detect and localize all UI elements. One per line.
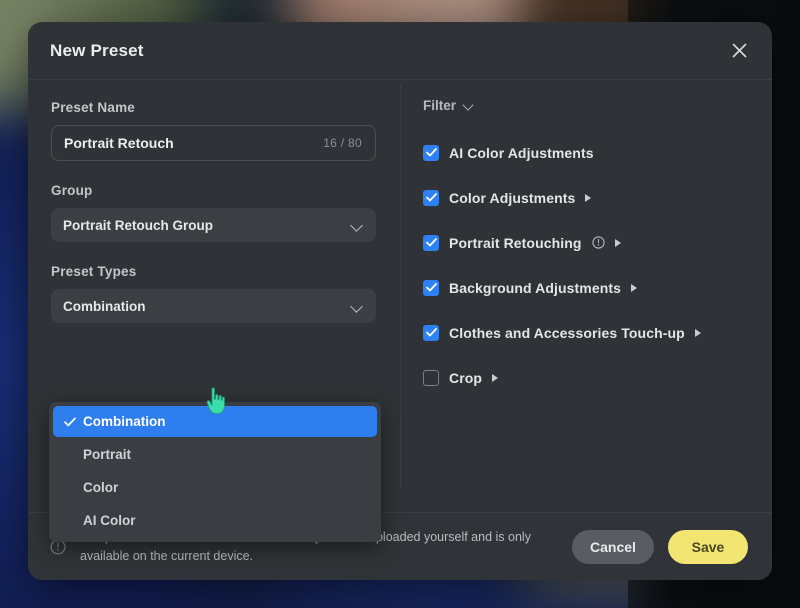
filter-item-portrait-retouching[interactable]: Portrait Retouching xyxy=(423,220,750,265)
filter-item-clothes-and-accessories-touch-up[interactable]: Clothes and Accessories Touch-up xyxy=(423,310,750,355)
filter-item-background-adjustments[interactable]: Background Adjustments xyxy=(423,265,750,310)
expand-arrow-icon[interactable] xyxy=(694,328,701,337)
dropdown-option-label: Portrait xyxy=(83,447,132,462)
filter-label: Filter xyxy=(423,98,457,113)
expand-arrow-icon[interactable] xyxy=(492,373,499,382)
right-panel: Filter AI Color Adjustments Color Adjust… xyxy=(401,80,772,512)
checkbox-unchecked-icon[interactable] xyxy=(423,369,439,386)
filter-item-label: Clothes and Accessories Touch-up xyxy=(449,324,685,341)
expand-arrow-icon[interactable] xyxy=(614,238,621,247)
chevron-down-icon xyxy=(351,221,364,229)
preset-types-label: Preset Types xyxy=(51,264,137,279)
dropdown-option-ai-color[interactable]: AI Color xyxy=(53,505,377,536)
preset-name-value: Portrait Retouch xyxy=(64,135,174,151)
cancel-button[interactable]: Cancel xyxy=(572,529,654,564)
preset-name-char-counter: 16 / 80 xyxy=(323,136,362,150)
expand-arrow-icon[interactable] xyxy=(585,193,592,202)
dialog-header: New Preset xyxy=(28,22,772,80)
preset-name-label: Preset Name xyxy=(51,100,135,115)
group-label: Group xyxy=(51,183,93,198)
chevron-down-icon xyxy=(351,302,364,310)
preset-name-field-block: Preset Name Portrait Retouch 16 / 80 xyxy=(51,100,376,161)
dropdown-option-label: Combination xyxy=(83,414,166,429)
filter-item-label: Portrait Retouching xyxy=(449,234,582,251)
close-icon[interactable] xyxy=(724,36,754,66)
dialog-body: Preset Name Portrait Retouch 16 / 80 Gro… xyxy=(28,80,772,542)
dropdown-option-portrait[interactable]: Portrait xyxy=(53,439,377,470)
preset-name-input[interactable]: Portrait Retouch 16 / 80 xyxy=(51,125,376,161)
filter-item-label: Crop xyxy=(449,369,483,386)
group-select[interactable]: Portrait Retouch Group xyxy=(51,208,376,242)
dialog-title: New Preset xyxy=(50,40,144,60)
filter-item-label: AI Color Adjustments xyxy=(449,144,594,161)
preset-types-select[interactable]: Combination xyxy=(51,289,376,323)
checkbox-checked-icon[interactable] xyxy=(423,324,439,341)
save-button[interactable]: Save xyxy=(668,529,748,564)
check-icon xyxy=(61,417,79,427)
dropdown-option-label: AI Color xyxy=(83,513,136,528)
new-preset-dialog: New Preset Preset Name Portrait Retouch … xyxy=(28,22,772,580)
checkbox-checked-icon[interactable] xyxy=(423,234,439,251)
checkbox-checked-icon[interactable] xyxy=(423,279,439,296)
expand-arrow-icon[interactable] xyxy=(631,283,638,292)
filter-item-crop[interactable]: Crop xyxy=(423,355,750,400)
filter-item-label: Background Adjustments xyxy=(449,279,622,296)
dropdown-option-label: Color xyxy=(83,480,119,495)
left-panel: Preset Name Portrait Retouch 16 / 80 Gro… xyxy=(28,80,400,542)
checkbox-checked-icon[interactable] xyxy=(423,144,439,161)
info-circle-icon[interactable] xyxy=(591,236,605,249)
preset-types-select-value: Combination xyxy=(63,298,146,314)
group-select-value: Portrait Retouch Group xyxy=(63,217,214,233)
filter-toggle[interactable]: Filter xyxy=(423,98,474,113)
filter-item-color-adjustments[interactable]: Color Adjustments xyxy=(423,175,750,220)
chevron-down-icon xyxy=(463,102,474,109)
dropdown-option-combination[interactable]: Combination xyxy=(53,406,377,437)
group-field-block: Group Portrait Retouch Group xyxy=(51,183,376,242)
checkbox-checked-icon[interactable] xyxy=(423,189,439,206)
filter-item-ai-color-adjustments[interactable]: AI Color Adjustments xyxy=(423,130,750,175)
filter-item-label: Color Adjustments xyxy=(449,189,576,206)
preset-types-field-block: Preset Types Combination xyxy=(51,264,376,323)
preset-types-dropdown-menu[interactable]: Combination Portrait Color AI Color xyxy=(49,402,381,542)
dropdown-option-color[interactable]: Color xyxy=(53,472,377,503)
